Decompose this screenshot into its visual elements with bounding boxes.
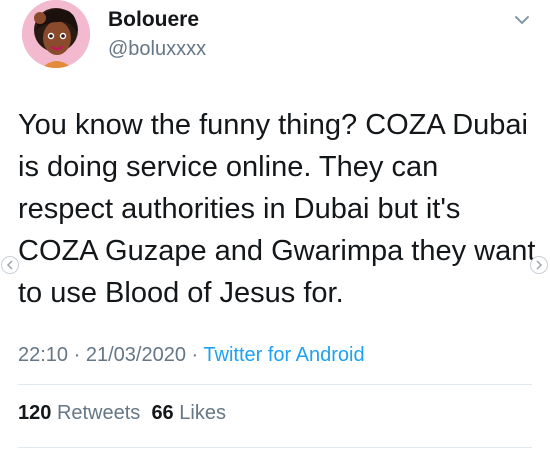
likes-label: Likes xyxy=(179,402,226,424)
likes-count: 66 xyxy=(151,402,174,424)
tweet-meta: 22:10 · 21/03/2020 · Twitter for Android xyxy=(18,344,365,367)
carousel-next-button[interactable] xyxy=(530,256,548,274)
chevron-right-icon xyxy=(536,260,543,270)
tweet-stats: 120 Retweets 66 Likes xyxy=(18,402,226,425)
user-handle[interactable]: @boluxxxx xyxy=(108,38,206,61)
retweets-label: Retweets xyxy=(56,402,141,424)
tweet-date[interactable]: 21/03/2020 xyxy=(86,344,186,366)
divider xyxy=(18,447,532,448)
tweet-time[interactable]: 22:10 xyxy=(18,344,68,366)
meta-separator: · xyxy=(73,344,81,366)
tweet-card: Bolouere @boluxxxx You know the funny th… xyxy=(0,0,550,456)
chevron-down-icon[interactable] xyxy=(512,10,532,30)
likes-stat[interactable]: 66 Likes xyxy=(151,402,226,424)
retweets-stat[interactable]: 120 Retweets xyxy=(18,402,140,424)
tweet-source-link[interactable]: Twitter for Android xyxy=(203,344,364,366)
retweets-count: 120 xyxy=(18,402,52,424)
carousel-prev-button[interactable] xyxy=(1,256,19,274)
tweet-text: You know the funny thing? COZA Dubai is … xyxy=(18,109,536,309)
avatar[interactable] xyxy=(22,0,90,68)
avatar-image xyxy=(22,0,90,68)
divider xyxy=(18,384,532,385)
chevron-left-icon xyxy=(6,260,13,270)
meta-separator: · xyxy=(191,344,199,366)
display-name[interactable]: Bolouere xyxy=(108,8,199,32)
